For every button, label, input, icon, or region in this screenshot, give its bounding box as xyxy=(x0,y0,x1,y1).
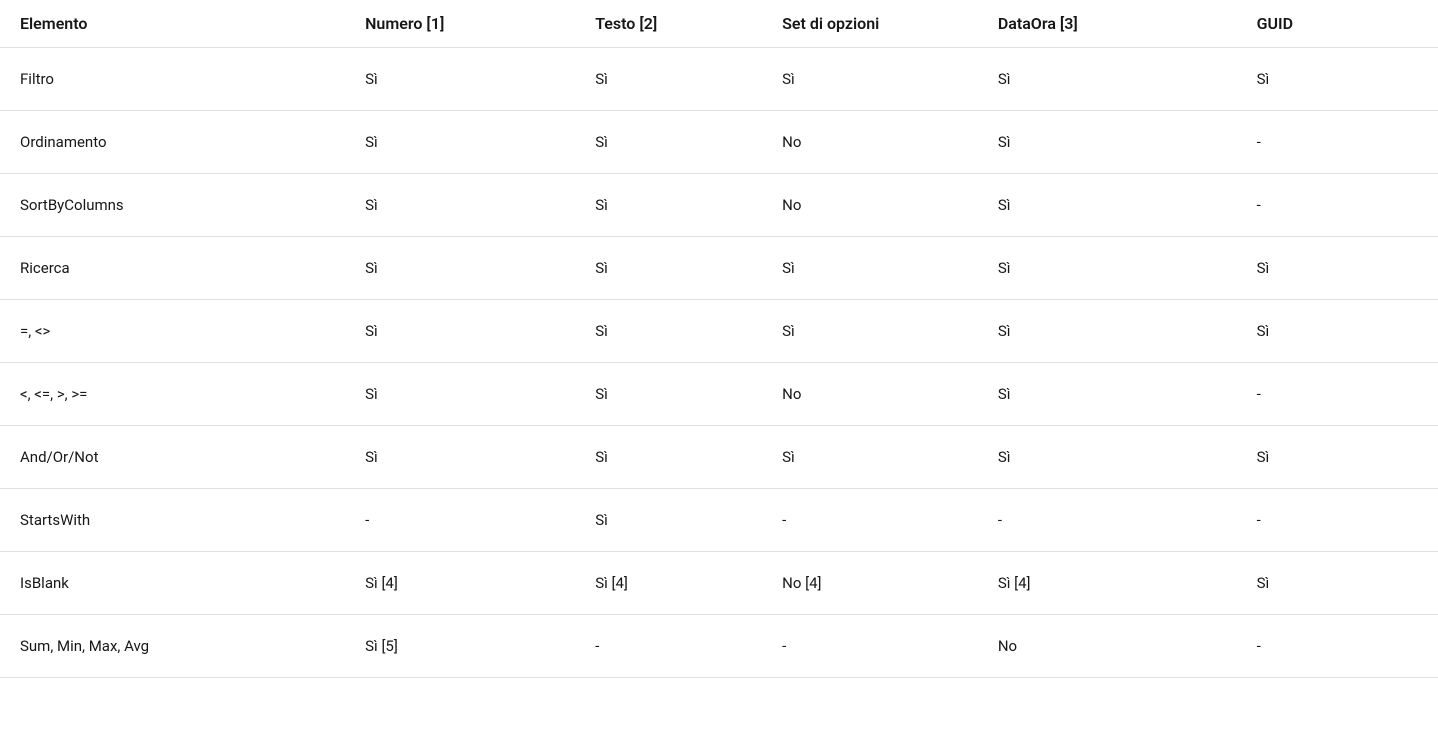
cell-guid: - xyxy=(1237,174,1438,237)
cell-numero: Sì xyxy=(345,237,575,300)
column-header-testo: Testo [2] xyxy=(575,0,762,48)
table-row: IsBlank Sì [4] Sì [4] No [4] Sì [4] Sì xyxy=(0,552,1438,615)
table-row: Ordinamento Sì Sì No Sì - xyxy=(0,111,1438,174)
cell-testo: Sì xyxy=(575,363,762,426)
cell-guid: Sì xyxy=(1237,426,1438,489)
cell-set-opzioni: Sì xyxy=(762,426,978,489)
cell-set-opzioni: No xyxy=(762,111,978,174)
cell-elemento: <, <=, >, >= xyxy=(0,363,345,426)
cell-testo: - xyxy=(575,615,762,678)
table-row: <, <=, >, >= Sì Sì No Sì - xyxy=(0,363,1438,426)
cell-elemento: Filtro xyxy=(0,48,345,111)
cell-elemento: SortByColumns xyxy=(0,174,345,237)
table-row: SortByColumns Sì Sì No Sì - xyxy=(0,174,1438,237)
column-header-dataora: DataOra [3] xyxy=(978,0,1237,48)
cell-set-opzioni: No [4] xyxy=(762,552,978,615)
cell-dataora: Sì xyxy=(978,363,1237,426)
column-header-elemento: Elemento xyxy=(0,0,345,48)
table-body: Filtro Sì Sì Sì Sì Sì Ordinamento Sì Sì … xyxy=(0,48,1438,678)
cell-dataora: Sì xyxy=(978,237,1237,300)
table-row: =, <> Sì Sì Sì Sì Sì xyxy=(0,300,1438,363)
cell-guid: - xyxy=(1237,363,1438,426)
cell-guid: - xyxy=(1237,489,1438,552)
cell-numero: - xyxy=(345,489,575,552)
cell-numero: Sì xyxy=(345,111,575,174)
column-header-guid: GUID xyxy=(1237,0,1438,48)
cell-guid: - xyxy=(1237,615,1438,678)
cell-set-opzioni: - xyxy=(762,615,978,678)
data-table: Elemento Numero [1] Testo [2] Set di opz… xyxy=(0,0,1438,678)
column-header-set-opzioni: Set di opzioni xyxy=(762,0,978,48)
cell-numero: Sì xyxy=(345,426,575,489)
cell-dataora: Sì xyxy=(978,300,1237,363)
table-row: Filtro Sì Sì Sì Sì Sì xyxy=(0,48,1438,111)
cell-numero: Sì xyxy=(345,48,575,111)
cell-guid: Sì xyxy=(1237,48,1438,111)
table-row: StartsWith - Sì - - - xyxy=(0,489,1438,552)
table-header-row: Elemento Numero [1] Testo [2] Set di opz… xyxy=(0,0,1438,48)
cell-set-opzioni: - xyxy=(762,489,978,552)
table-row: Ricerca Sì Sì Sì Sì Sì xyxy=(0,237,1438,300)
cell-guid: - xyxy=(1237,111,1438,174)
cell-set-opzioni: Sì xyxy=(762,300,978,363)
cell-dataora: No xyxy=(978,615,1237,678)
cell-numero: Sì xyxy=(345,174,575,237)
cell-set-opzioni: No xyxy=(762,174,978,237)
cell-testo: Sì xyxy=(575,174,762,237)
cell-numero: Sì xyxy=(345,300,575,363)
cell-testo: Sì [4] xyxy=(575,552,762,615)
cell-dataora: Sì xyxy=(978,426,1237,489)
cell-numero: Sì [4] xyxy=(345,552,575,615)
cell-testo: Sì xyxy=(575,426,762,489)
cell-testo: Sì xyxy=(575,48,762,111)
cell-dataora: - xyxy=(978,489,1237,552)
column-header-numero: Numero [1] xyxy=(345,0,575,48)
cell-elemento: And/Or/Not xyxy=(0,426,345,489)
cell-set-opzioni: No xyxy=(762,363,978,426)
cell-elemento: Sum, Min, Max, Avg xyxy=(0,615,345,678)
cell-numero: Sì xyxy=(345,363,575,426)
cell-guid: Sì xyxy=(1237,552,1438,615)
cell-testo: Sì xyxy=(575,237,762,300)
cell-set-opzioni: Sì xyxy=(762,48,978,111)
table-row: Sum, Min, Max, Avg Sì [5] - - No - xyxy=(0,615,1438,678)
cell-dataora: Sì xyxy=(978,174,1237,237)
cell-elemento: =, <> xyxy=(0,300,345,363)
cell-dataora: Sì xyxy=(978,48,1237,111)
cell-elemento: IsBlank xyxy=(0,552,345,615)
cell-testo: Sì xyxy=(575,489,762,552)
cell-elemento: StartsWith xyxy=(0,489,345,552)
cell-dataora: Sì xyxy=(978,111,1237,174)
cell-set-opzioni: Sì xyxy=(762,237,978,300)
table-row: And/Or/Not Sì Sì Sì Sì Sì xyxy=(0,426,1438,489)
cell-guid: Sì xyxy=(1237,237,1438,300)
cell-numero: Sì [5] xyxy=(345,615,575,678)
cell-testo: Sì xyxy=(575,300,762,363)
cell-elemento: Ricerca xyxy=(0,237,345,300)
cell-guid: Sì xyxy=(1237,300,1438,363)
cell-dataora: Sì [4] xyxy=(978,552,1237,615)
cell-testo: Sì xyxy=(575,111,762,174)
cell-elemento: Ordinamento xyxy=(0,111,345,174)
